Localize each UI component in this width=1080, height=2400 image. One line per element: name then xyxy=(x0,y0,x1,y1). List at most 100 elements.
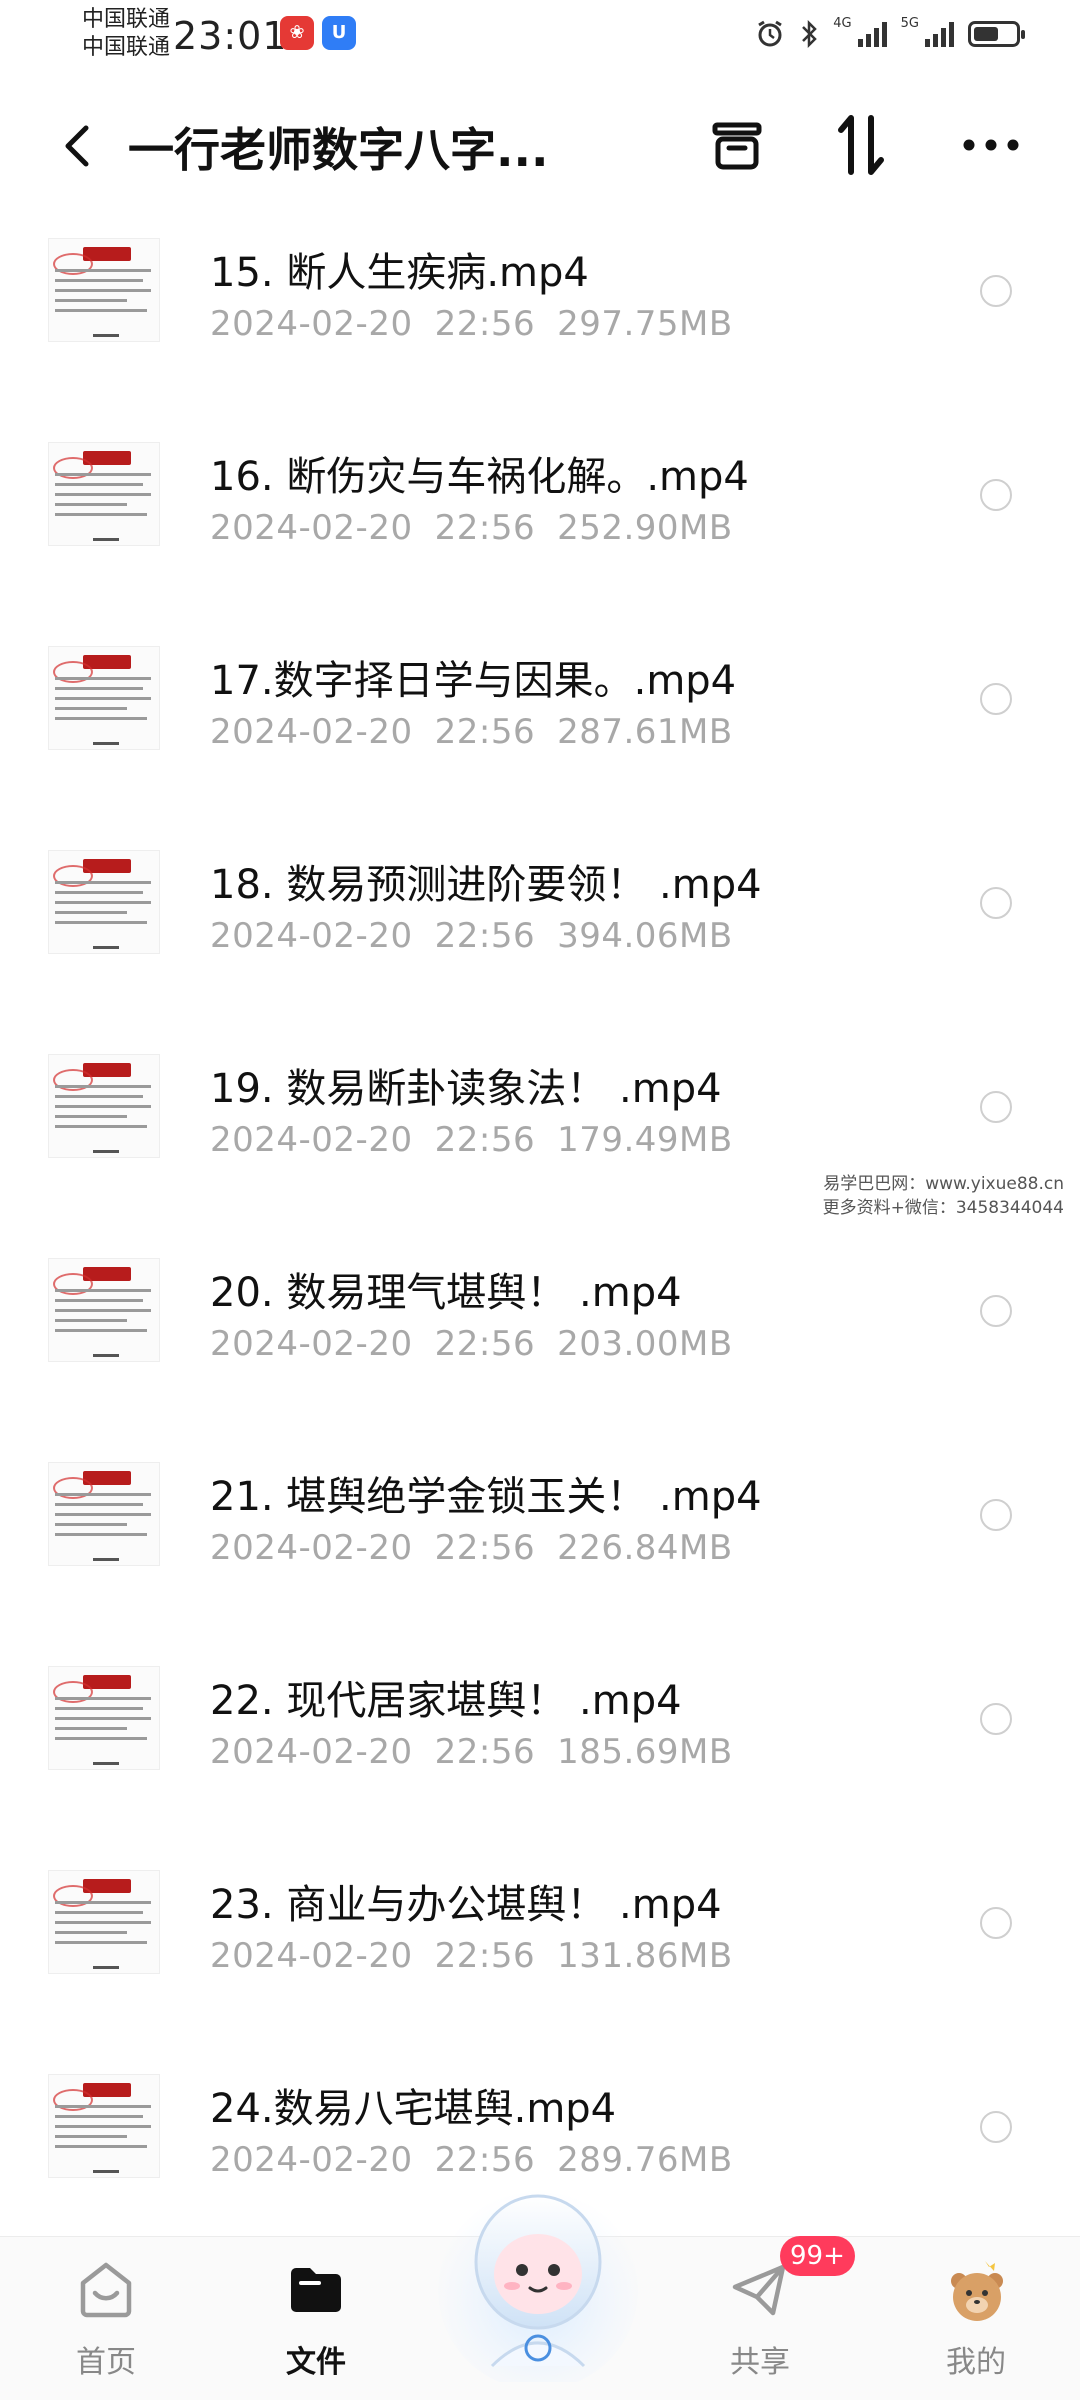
thumbnail-text-line xyxy=(55,901,151,904)
thumbnail-text-line xyxy=(55,2115,143,2118)
folder-icon xyxy=(283,2257,349,2323)
select-radio[interactable] xyxy=(980,1295,1012,1327)
thumbnail-text-line xyxy=(55,891,143,894)
more-button[interactable] xyxy=(956,110,1026,180)
file-row[interactable]: 22. 现代居家堪舆！ .mp4 2024-02-20 22:56 185.69MB xyxy=(0,1628,1080,1832)
thumbnail-text-line xyxy=(55,1309,151,1312)
thumbnail-text-line xyxy=(55,1533,147,1536)
thumbnail-text-line xyxy=(55,269,151,272)
file-name: 15. 断人生疾病.mp4 xyxy=(210,250,589,296)
file-time: 22:56 xyxy=(434,1528,536,1568)
select-radio[interactable] xyxy=(980,1907,1012,1939)
thumbnail-text-line xyxy=(55,1125,147,1128)
select-radio[interactable] xyxy=(980,275,1012,307)
file-date: 2024-02-20 xyxy=(210,1732,413,1772)
file-meta: 2024-02-20 22:56 394.06MB xyxy=(210,916,755,956)
battery-icon xyxy=(968,21,1025,47)
file-row[interactable]: 21. 堪舆绝学金锁玉关！ .mp4 2024-02-20 22:56 226.84… xyxy=(0,1424,1080,1628)
thumbnail-text-line xyxy=(55,513,147,516)
video-thumbnail xyxy=(48,850,160,954)
video-thumbnail xyxy=(48,1870,160,1974)
file-meta: 2024-02-20 22:56 252.90MB xyxy=(210,508,755,548)
select-radio[interactable] xyxy=(980,1091,1012,1123)
archive-button[interactable] xyxy=(702,110,772,180)
select-radio[interactable] xyxy=(980,887,1012,919)
home-icon xyxy=(73,2257,139,2323)
thumbnail-text-line xyxy=(55,2145,147,2148)
select-radio[interactable] xyxy=(980,683,1012,715)
file-size: 394.06MB xyxy=(557,916,733,956)
sort-button[interactable] xyxy=(826,110,896,180)
thumbnail-progress-line xyxy=(93,946,119,949)
file-size: 287.61MB xyxy=(557,712,733,752)
thumbnail-progress-line xyxy=(93,1966,119,1969)
app-header: 一行老师数字八字... xyxy=(0,90,1080,200)
file-size: 203.00MB xyxy=(557,1324,733,1364)
file-time: 22:56 xyxy=(434,1936,536,1976)
thumbnail-text-line xyxy=(55,1105,151,1108)
thumbnail-progress-line xyxy=(93,1354,119,1357)
file-time: 22:56 xyxy=(434,916,536,956)
select-radio[interactable] xyxy=(980,479,1012,511)
file-row[interactable]: 18. 数易预测进阶要领！ .mp4 2024-02-20 22:56 394.06… xyxy=(0,812,1080,1016)
file-row[interactable]: 16. 断伤灾与车祸化解。.mp4 2024-02-20 22:56 252.90M… xyxy=(0,404,1080,608)
file-size: 179.49MB xyxy=(557,1120,733,1160)
thumbnail-text-line xyxy=(55,1707,143,1710)
file-row[interactable]: 23. 商业与办公堪舆！ .mp4 2024-02-20 22:56 131.86M… xyxy=(0,1832,1080,2036)
video-thumbnail xyxy=(48,1666,160,1770)
network-type-1: 4G xyxy=(833,16,852,31)
thumbnail-text-line xyxy=(55,911,127,914)
thumbnail-text-line xyxy=(55,279,143,282)
video-thumbnail xyxy=(48,1462,160,1566)
file-time: 22:56 xyxy=(434,508,536,548)
thumbnail-progress-line xyxy=(93,742,119,745)
file-row[interactable]: 17.数字择日学与因果。.mp4 2024-02-20 22:56 287.61MB xyxy=(0,608,1080,812)
nav-home[interactable]: 首页 xyxy=(36,2257,176,2381)
thumbnail-text-line xyxy=(55,1513,151,1516)
thumbnail-text-line xyxy=(55,1329,147,1332)
thumbnail-text-line xyxy=(55,289,151,292)
sort-icon xyxy=(838,115,884,175)
assistant-mascot-button[interactable] xyxy=(432,2170,644,2390)
file-list: 15. 断人生疾病.mp4 2024-02-20 22:56 297.75MB 16… xyxy=(0,200,1080,2240)
thumbnail-text-line xyxy=(55,1901,151,1904)
file-name: 22. 现代居家堪舆！ .mp4 xyxy=(210,1678,682,1724)
thumbnail-text-line xyxy=(55,503,127,506)
nav-mine[interactable]: 我的 xyxy=(906,2257,1046,2381)
thumbnail-text-line xyxy=(55,1503,143,1506)
alarm-icon xyxy=(758,20,783,47)
thumbnail-text-line xyxy=(55,493,151,496)
thumbnail-text-line xyxy=(55,1717,151,1720)
video-thumbnail xyxy=(48,1054,160,1158)
thumbnail-progress-line xyxy=(93,334,119,337)
file-date: 2024-02-20 xyxy=(210,1528,413,1568)
more-icon xyxy=(963,139,1019,151)
shield-notification-icon: U xyxy=(322,16,356,50)
clock: 23:01 xyxy=(173,14,288,58)
thumbnail-text-line xyxy=(55,1095,143,1098)
astronaut-mascot-icon xyxy=(438,2190,638,2390)
back-button[interactable] xyxy=(48,116,108,176)
system-indicators: 4G 5G xyxy=(755,16,1025,52)
select-radio[interactable] xyxy=(980,1703,1012,1735)
thumbnail-text-line xyxy=(55,1115,127,1118)
file-row[interactable]: 20. 数易理气堪舆！ .mp4 2024-02-20 22:56 203.00MB xyxy=(0,1220,1080,1424)
thumbnail-text-line xyxy=(55,1697,151,1700)
nav-files[interactable]: 文件 xyxy=(246,2257,386,2381)
archive-icon xyxy=(712,122,762,170)
thumbnail-text-line xyxy=(55,2105,151,2108)
select-radio[interactable] xyxy=(980,1499,1012,1531)
file-size: 185.69MB xyxy=(557,1732,733,1772)
file-row[interactable]: 15. 断人生疾病.mp4 2024-02-20 22:56 297.75MB xyxy=(0,200,1080,404)
thumbnail-text-line xyxy=(55,697,151,700)
file-meta: 2024-02-20 22:56 179.49MB xyxy=(210,1120,755,1160)
thumbnail-text-line xyxy=(55,2135,127,2138)
battery-fill xyxy=(974,27,998,41)
file-time: 22:56 xyxy=(434,712,536,752)
file-size: 131.86MB xyxy=(557,1936,733,1976)
file-name: 16. 断伤灾与车祸化解。.mp4 xyxy=(210,454,749,500)
file-name: 17.数字择日学与因果。.mp4 xyxy=(210,658,737,704)
select-radio[interactable] xyxy=(980,2111,1012,2143)
file-size: 252.90MB xyxy=(557,508,733,548)
nav-mine-label: 我的 xyxy=(946,2345,1006,2380)
